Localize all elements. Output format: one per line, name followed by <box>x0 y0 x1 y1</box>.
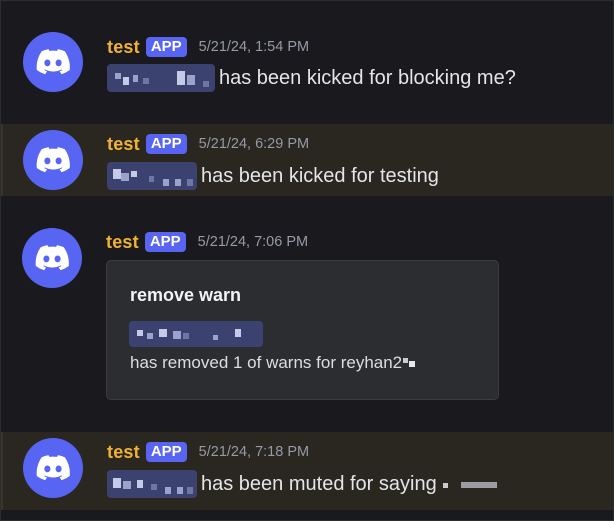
message-content: has been kicked for blocking me? <box>107 64 516 92</box>
message-embed: remove warn has removed 1 of warns for r… <box>106 260 499 400</box>
redacted-text <box>441 479 501 489</box>
message-text: has been muted for saying <box>201 472 437 495</box>
username[interactable]: test <box>106 232 139 253</box>
timestamp[interactable]: 5/21/24, 7:06 PM <box>198 234 308 250</box>
timestamp[interactable]: 5/21/24, 7:18 PM <box>199 444 309 460</box>
username[interactable]: test <box>107 134 140 155</box>
user-mention[interactable] <box>107 470 197 498</box>
app-badge: APP <box>145 134 187 154</box>
timestamp[interactable]: 5/21/24, 6:29 PM <box>199 136 309 152</box>
timestamp[interactable]: 5/21/24, 1:54 PM <box>199 39 309 55</box>
message-header: test APP 5/21/24, 1:54 PM <box>107 36 309 58</box>
avatar[interactable] <box>23 438 83 498</box>
app-badge: APP <box>145 442 187 462</box>
username[interactable]: test <box>107 37 140 58</box>
user-mention[interactable] <box>129 321 263 347</box>
avatar[interactable] <box>22 228 82 288</box>
message-header: test APP 5/21/24, 6:29 PM <box>107 133 309 155</box>
message-1: test APP 5/21/24, 1:54 PM has been kicke… <box>1 20 613 108</box>
avatar[interactable] <box>23 32 83 92</box>
user-mention[interactable] <box>107 64 215 92</box>
embed-description-text: has removed 1 of warns for reyhan2 <box>130 353 403 372</box>
user-mention[interactable] <box>107 162 197 190</box>
embed-description: has removed 1 of warns for reyhan2 <box>130 353 418 373</box>
discord-logo-icon <box>36 147 70 173</box>
message-content: has been kicked for testing <box>107 162 439 190</box>
discord-logo-icon <box>36 49 70 75</box>
app-badge: APP <box>145 37 187 57</box>
message-content: has been muted for saying <box>107 470 501 498</box>
message-4: test APP 5/21/24, 7:18 PM has been muted… <box>1 432 613 510</box>
username[interactable]: test <box>107 442 140 463</box>
avatar[interactable] <box>23 130 83 190</box>
app-badge: APP <box>144 232 186 252</box>
message-text: has been kicked for testing <box>201 164 439 187</box>
message-header: test APP 5/21/24, 7:18 PM <box>107 441 309 463</box>
embed-title: remove warn <box>130 285 242 305</box>
message-text: has been kicked for blocking me? <box>219 66 516 89</box>
redacted-text <box>402 358 418 368</box>
discord-logo-icon <box>36 455 70 481</box>
message-header: test APP 5/21/24, 7:06 PM <box>106 231 308 253</box>
message-2: test APP 5/21/24, 6:29 PM has been kicke… <box>1 124 613 196</box>
discord-logo-icon <box>35 245 69 271</box>
